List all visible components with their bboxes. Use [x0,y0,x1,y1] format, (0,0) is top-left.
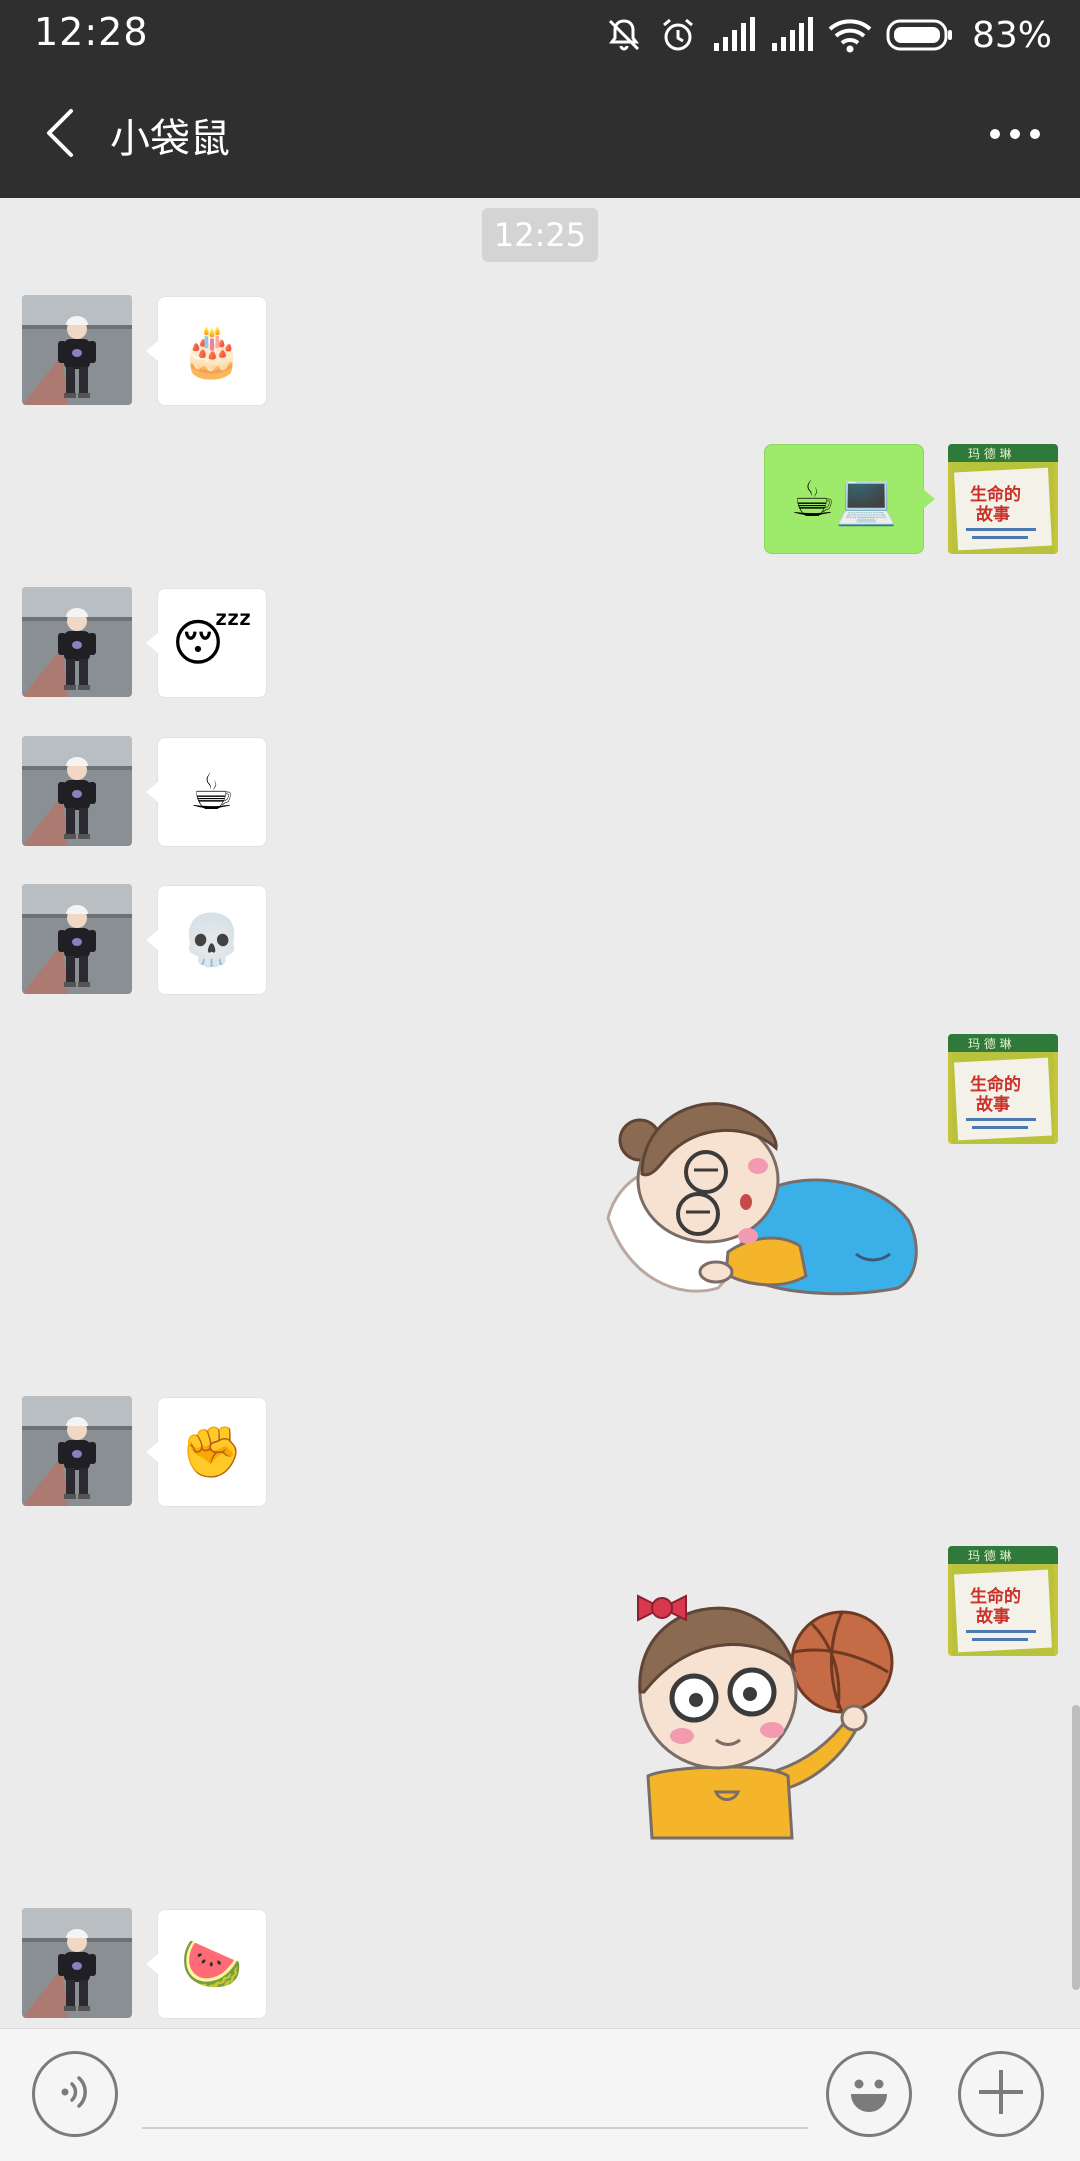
message-input[interactable] [142,2069,808,2129]
contact-avatar[interactable] [22,1396,132,1506]
sleeping-girl-sticker[interactable] [598,1090,918,1320]
chevron-left-icon [43,107,77,163]
coffee-emoji: ☕ [189,763,235,821]
mute-icon [604,15,644,55]
chat-title: 小袋鼠 [110,116,230,162]
alarm-icon [658,15,698,55]
message-bubble[interactable]: ☕ [146,737,267,847]
girl-basketball-sticker[interactable] [608,1580,908,1840]
contact-avatar[interactable] [22,295,132,405]
contact-avatar[interactable] [22,884,132,994]
status-bar: 12:28 83% [0,0,1080,70]
voice-button[interactable] [32,2051,118,2137]
message-bubble[interactable]: 💀 [146,885,267,995]
contact-avatar[interactable] [22,736,132,846]
my-avatar[interactable] [948,1034,1058,1144]
message-timestamp: 12:25 [482,208,598,262]
battery-icon [886,18,954,52]
voice-icon [53,2070,97,2118]
message-bubble[interactable]: ✊ [146,1397,267,1507]
coffee-laptop-emoji: ☕💻 [790,470,898,528]
fist-emoji: ✊ [180,1423,244,1481]
skull-emoji: 💀 [180,911,244,969]
my-avatar[interactable] [948,444,1058,554]
plus-button[interactable] [958,2051,1044,2137]
watermelon-emoji: 🍉 [180,1935,244,1993]
emoji-button[interactable] [826,2051,912,2137]
status-icons: 83% [604,12,1052,58]
more-dots-icon [989,125,1041,144]
sleepy-face-emoji: 😴 [171,614,253,672]
my-avatar[interactable] [948,1546,1058,1656]
message-bubble[interactable]: 🍉 [146,1909,267,2019]
message-bubble[interactable]: 🎂 [146,296,267,406]
back-button[interactable] [30,100,90,170]
birthday-cake-emoji: 🎂 [180,322,244,380]
message-bubble[interactable]: ☕💻 [764,444,935,554]
more-button[interactable] [980,104,1050,164]
battery-percentage: 83% [971,14,1052,56]
wifi-icon [828,17,872,53]
signal-icon [770,17,814,53]
chat-scrollbar[interactable] [1072,1705,1080,1990]
smiley-icon [839,2062,899,2126]
contact-avatar[interactable] [22,587,132,697]
plus-icon [975,2066,1027,2122]
chat-header: 小袋鼠 [0,70,1080,198]
status-time: 12:28 [34,10,149,54]
signal-icon [712,17,756,53]
message-bubble[interactable]: 😴 [146,588,267,698]
contact-avatar[interactable] [22,1908,132,2018]
input-bar [0,2028,1080,2161]
